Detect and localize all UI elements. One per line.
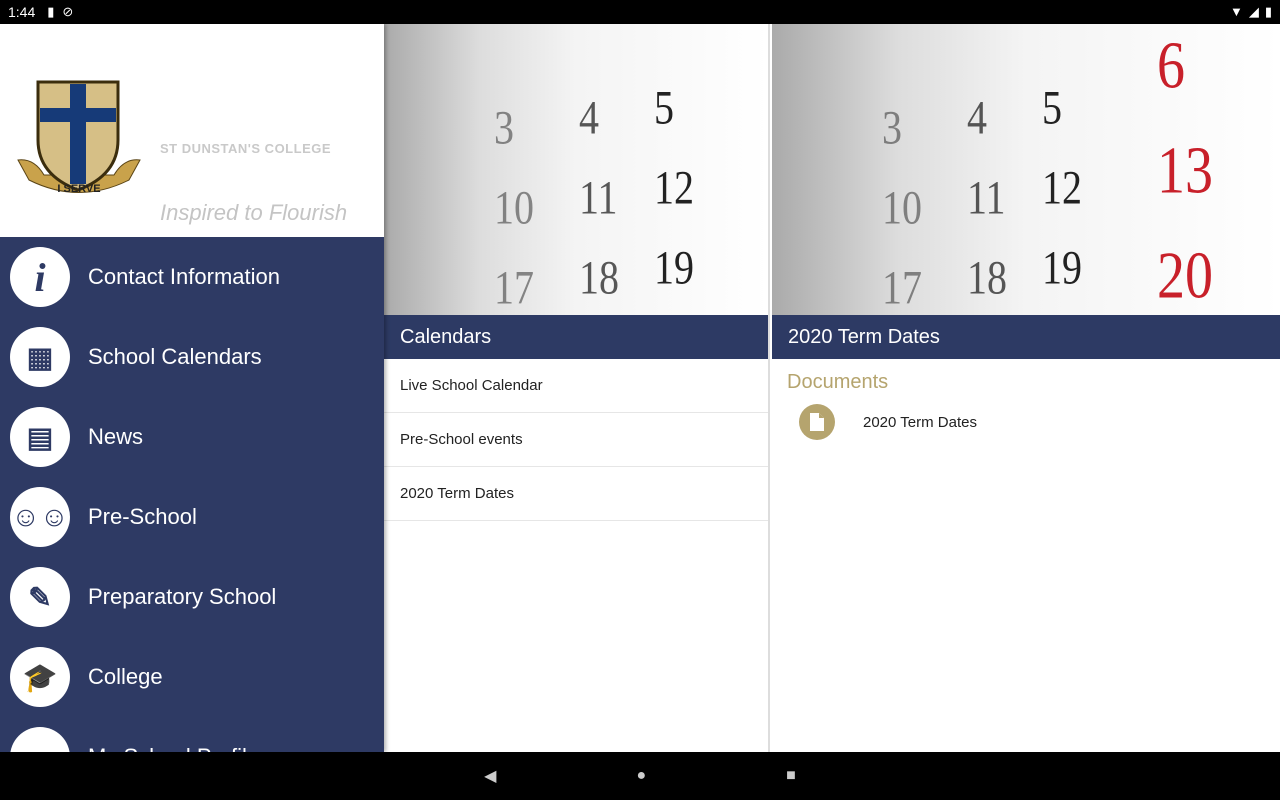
sd-card-icon: ▮ [47, 4, 55, 19]
document-icon [799, 404, 835, 440]
newspaper-icon: ▤ [10, 407, 70, 467]
calendar-photo: 345101112171819242561320 [772, 24, 1280, 315]
sync-disabled-icon: ⊘ [62, 4, 74, 19]
calendar-number-red: 13 [1157, 133, 1213, 209]
college-logo: I SERVE ST DUNSTAN'S COLLEGE Inspired to… [0, 24, 384, 237]
crest-icon: I SERVE [17, 80, 141, 195]
calendar-number: 10 [494, 180, 534, 235]
pane-title: 2020 Term Dates [772, 315, 1280, 359]
calendar-number-red: 20 [1157, 238, 1213, 314]
drawer-item-pre-school[interactable]: ☺☺ Pre-School [0, 477, 384, 557]
battery-icon: ▮ [1264, 4, 1272, 19]
document-item[interactable]: 2020 Term Dates [772, 394, 1280, 440]
calendar-number-red: 6 [1157, 28, 1185, 104]
section-heading: Documents [787, 371, 889, 393]
person-icon: ● [10, 727, 70, 752]
calendar-number: 17 [882, 260, 922, 315]
list-item-live-school-calendar[interactable]: Live School Calendar [384, 359, 768, 413]
home-button[interactable]: ● [636, 767, 646, 785]
list-item-2020-term-dates[interactable]: 2020 Term Dates [384, 467, 768, 521]
drawer-item-contact-information[interactable]: i Contact Information [0, 237, 384, 317]
calendar-number: 12 [654, 160, 694, 215]
signal-icon: ◢ [1248, 4, 1259, 19]
drawer-item-news[interactable]: ▤ News [0, 397, 384, 477]
calendar-photo: 3451011121718192425 [384, 24, 768, 315]
recents-button[interactable]: ■ [786, 767, 796, 785]
calendar-number: 11 [579, 170, 618, 225]
calendar-icon: ▦ [10, 327, 70, 387]
navigation-drawer: I SERVE ST DUNSTAN'S COLLEGE Inspired to… [0, 24, 384, 752]
calendar-number: 18 [967, 250, 1007, 305]
drawer-item-my-school-profile[interactable]: ●My School Profile [0, 717, 384, 752]
drawer-item-college[interactable]: 🎓 College [0, 637, 384, 717]
calendar-number: 3 [882, 100, 902, 155]
calendar-number: 5 [1042, 80, 1062, 135]
calendar-number: 4 [579, 90, 599, 145]
detail-pane: 345101112171819242561320 2020 Term Dates… [772, 24, 1280, 752]
calendar-number: 11 [967, 170, 1006, 225]
pane-title: Calendars [384, 315, 768, 359]
back-button[interactable]: ◀ [484, 766, 496, 786]
college-name: ST DUNSTAN'S COLLEGE [160, 141, 332, 156]
clock: 1:44 [8, 4, 36, 20]
calendar-number: 4 [967, 90, 987, 145]
calendar-number: 19 [1042, 240, 1082, 295]
wifi-icon: ▼ [1229, 4, 1243, 19]
calendar-number: 25 [967, 309, 1007, 316]
calendar-number: 10 [882, 180, 922, 235]
drawer-item-preparatory-school[interactable]: ✎ Preparatory School [0, 557, 384, 637]
calendar-number: 17 [494, 260, 534, 315]
list-item-pre-school-events[interactable]: Pre-School events [384, 413, 768, 467]
calendar-number: 25 [579, 309, 619, 316]
status-bar: 1:44 ▮ ⊘ ▼ ◢ ▮ [0, 0, 1280, 24]
drawer-item-school-calendars[interactable]: ▦ School Calendars [0, 317, 384, 397]
pencil-icon: ✎ [10, 567, 70, 627]
calendar-number: 18 [579, 250, 619, 305]
calendar-number: 3 [494, 100, 514, 155]
children-icon: ☺☺ [10, 487, 70, 547]
info-icon: i [10, 247, 70, 307]
calendars-pane: 3451011121718192425 Calendars Live Schoo… [384, 24, 770, 752]
navigation-bar: ◀ ● ■ [0, 752, 1280, 800]
calendar-number: 12 [1042, 160, 1082, 215]
calendar-number: 5 [654, 80, 674, 135]
calendar-number: 19 [654, 240, 694, 295]
graduation-cap-icon: 🎓 [10, 647, 70, 707]
tagline: Inspired to Flourish [160, 200, 348, 225]
svg-text:I SERVE: I SERVE [57, 183, 100, 195]
